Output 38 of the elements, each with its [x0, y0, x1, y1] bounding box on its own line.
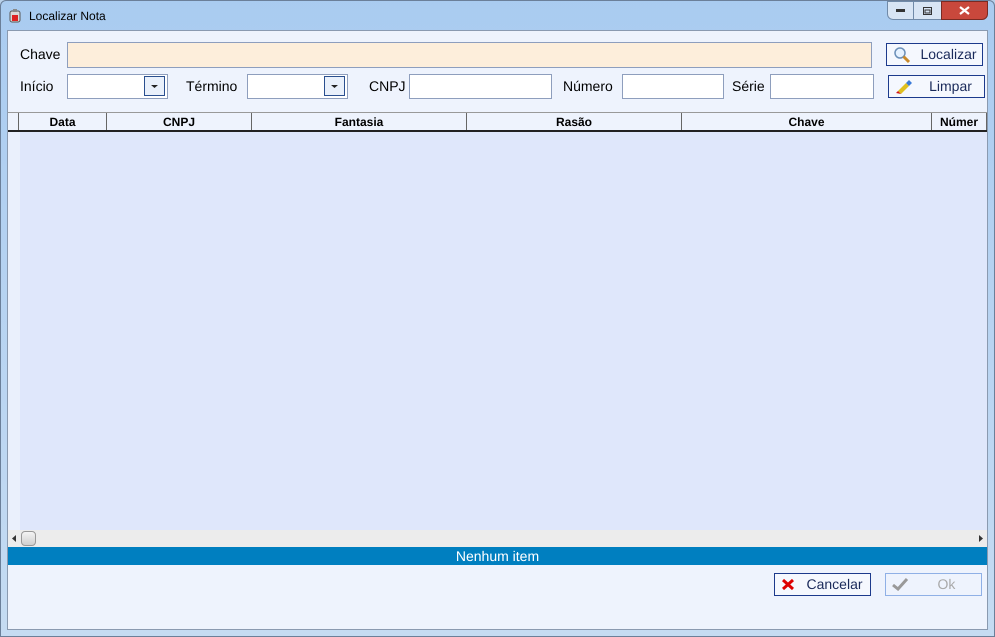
chave-input[interactable]	[67, 42, 872, 68]
column-header[interactable]: Data	[19, 113, 107, 130]
cnpj-input[interactable]	[409, 74, 552, 98]
minimize-icon	[896, 9, 905, 12]
field-label: Chave	[20, 45, 62, 64]
cancel-icon	[781, 578, 795, 591]
horizontal-scrollbar[interactable]	[8, 530, 987, 547]
field-label: Número	[563, 76, 614, 96]
field-label: Início	[20, 76, 54, 96]
window-title: Localizar Nota	[29, 8, 106, 24]
check-icon	[892, 578, 908, 591]
field-label: Término	[186, 76, 238, 96]
close-button[interactable]	[941, 1, 988, 20]
column-header[interactable]: Chave	[682, 113, 932, 130]
search-icon	[893, 46, 911, 64]
clear-button[interactable]: Limpar	[888, 74, 985, 98]
column-header[interactable]: CNPJ	[107, 113, 252, 130]
scrollbar-thumb[interactable]	[21, 531, 36, 546]
status-bar: Nenhum item	[8, 547, 987, 565]
field-label: Série	[732, 76, 766, 96]
cancel-button[interactable]: Cancelar	[774, 573, 871, 596]
date-dropdown[interactable]	[67, 74, 168, 98]
app-icon	[7, 8, 23, 24]
serie-input[interactable]	[770, 74, 874, 98]
date-dropdown[interactable]	[247, 74, 348, 98]
column-header[interactable]: Rasão	[467, 113, 682, 130]
numero-input[interactable]	[622, 74, 724, 98]
field-label: CNPJ	[369, 76, 407, 96]
eraser-icon	[895, 78, 913, 94]
maximize-button[interactable]	[914, 1, 941, 20]
column-header[interactable]: Númer	[932, 113, 987, 130]
close-icon	[959, 6, 970, 15]
search-button[interactable]: Localizar	[886, 43, 983, 66]
minimize-button[interactable]	[887, 1, 914, 20]
scroll-left-icon	[12, 535, 16, 542]
scroll-right-icon	[979, 535, 983, 542]
column-header[interactable]: Fantasia	[252, 113, 467, 130]
maximize-icon	[923, 6, 932, 14]
